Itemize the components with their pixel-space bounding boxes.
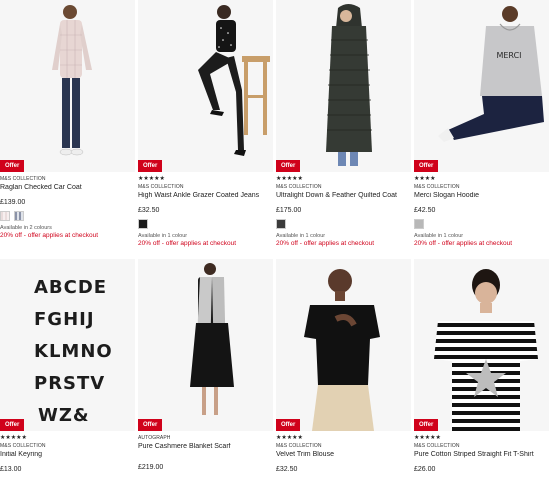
star-icon: ★★★★★ xyxy=(0,435,27,441)
offer-badge: Offer xyxy=(276,160,301,172)
product-image[interactable]: Offer xyxy=(0,0,135,172)
offer-badge: Offer xyxy=(138,419,163,431)
promo-text: 20% off - offer applies at checkout xyxy=(414,240,513,247)
product-card-initial-keyring[interactable]: ABCDE FGHIJ KLMNO PRSTV WZ& Offer ★★★★★ … xyxy=(0,259,135,473)
offer-badge: Offer xyxy=(0,419,25,431)
product-card-striped-tshirt[interactable]: Offer ★★★★★ M&S COLLECTION Pure Cotton S… xyxy=(414,259,549,473)
colour-swatches xyxy=(0,211,135,221)
star-icon: ★★★★★ xyxy=(276,176,303,182)
product-card-quilted-coat[interactable]: Offer ★★★★★ M&S COLLECTION Ultralight Do… xyxy=(276,0,411,247)
product-image[interactable]: Offer xyxy=(414,259,549,431)
keyring-row: PRSTV xyxy=(34,373,105,394)
swatch-icon[interactable] xyxy=(0,211,10,221)
product-price: £175.00 xyxy=(276,207,302,214)
product-price: £42.50 xyxy=(414,207,436,214)
product-price: £139.00 xyxy=(0,199,26,206)
rating-stars: ★★★★★ xyxy=(414,435,549,442)
availability-text: Available in 1 colour xyxy=(138,233,188,239)
availability-text: Available in 1 colour xyxy=(414,233,464,239)
product-name[interactable]: Pure Cashmere Blanket Scarf xyxy=(138,443,273,450)
product-image[interactable]: Offer xyxy=(276,0,411,172)
promo-text: 20% off - offer applies at checkout xyxy=(0,232,99,239)
product-grid: Offer M&S COLLECTION Raglan Checked Car … xyxy=(0,0,550,478)
star-icon: ★★★★★ xyxy=(138,176,165,182)
product-image[interactable]: ABCDE FGHIJ KLMNO PRSTV WZ& Offer xyxy=(0,259,135,431)
product-price: £219.00 xyxy=(138,464,164,471)
star-icon: ★★★★ xyxy=(414,176,436,182)
product-card-coated-jeans[interactable]: Offer ★★★★★ M&S COLLECTION High Waist An… xyxy=(138,0,273,247)
product-image[interactable]: Offer xyxy=(138,0,273,172)
product-brand: M&S COLLECTION xyxy=(414,184,460,190)
product-price: £32.50 xyxy=(276,466,298,473)
product-name[interactable]: Pure Cotton Striped Straight Fit T-Shirt xyxy=(414,451,549,458)
model-scarf-image xyxy=(138,259,273,431)
product-image[interactable]: Offer xyxy=(138,259,273,431)
hoodie-print: MERCI xyxy=(496,51,521,60)
product-card-raglan-coat[interactable]: Offer M&S COLLECTION Raglan Checked Car … xyxy=(0,0,135,239)
model-jeans-image xyxy=(138,0,273,172)
rating-stars: ★★★★★ xyxy=(276,176,411,183)
rating-stars: ★★★★★ xyxy=(0,435,135,442)
product-brand: AUTOGRAPH xyxy=(138,435,171,441)
swatch-icon[interactable] xyxy=(414,219,424,229)
swatch-icon[interactable] xyxy=(276,219,286,229)
product-name[interactable]: Ultralight Down & Feather Quilted Coat xyxy=(276,192,411,199)
keyring-row: ABCDE xyxy=(34,277,107,298)
keyring-row: KLMNO xyxy=(34,341,113,362)
product-name[interactable]: Velvet Trim Blouse xyxy=(276,451,411,458)
product-card-merci-hoodie[interactable]: MERCI Offer ★★★★ M&S COLLECTION Merci Sl… xyxy=(414,0,549,247)
product-price: £26.00 xyxy=(414,466,436,473)
rating-stars: ★★★★★ xyxy=(138,176,273,183)
offer-badge: Offer xyxy=(414,160,439,172)
product-image[interactable]: MERCI Offer xyxy=(414,0,549,172)
product-brand: M&S COLLECTION xyxy=(276,443,322,449)
offer-badge: Offer xyxy=(414,419,439,431)
product-brand: M&S COLLECTION xyxy=(0,443,46,449)
product-card-velvet-blouse[interactable]: Offer ★★★★★ M&S COLLECTION Velvet Trim B… xyxy=(276,259,411,473)
model-tshirt-image xyxy=(414,259,549,431)
model-blouse-image xyxy=(276,259,411,431)
promo-text: 20% off - offer applies at checkout xyxy=(138,240,237,247)
keyring-row: FGHIJ xyxy=(34,309,95,330)
star-icon: ★★★★★ xyxy=(414,435,441,441)
product-card-cashmere-scarf[interactable]: Offer AUTOGRAPH Pure Cashmere Blanket Sc… xyxy=(138,259,273,471)
availability-text: Available in 2 colours xyxy=(0,225,52,231)
star-icon: ★★★★★ xyxy=(276,435,303,441)
product-brand: M&S COLLECTION xyxy=(138,184,184,190)
product-brand: M&S COLLECTION xyxy=(276,184,322,190)
rating-stars: ★★★★ xyxy=(414,176,549,183)
colour-swatches xyxy=(138,219,273,229)
product-name[interactable]: Raglan Checked Car Coat xyxy=(0,184,135,191)
product-price: £32.50 xyxy=(138,207,160,214)
rating-stars: ★★★★★ xyxy=(276,435,411,442)
availability-text: Available in 1 colour xyxy=(276,233,326,239)
product-name[interactable]: Initial Keyring xyxy=(0,451,135,458)
offer-badge: Offer xyxy=(0,160,25,172)
keyring-row: WZ& xyxy=(38,405,90,426)
swatch-icon[interactable] xyxy=(138,219,148,229)
model-quilted-coat-image xyxy=(276,0,411,172)
promo-text: 20% off - offer applies at checkout xyxy=(276,240,375,247)
product-brand: M&S COLLECTION xyxy=(0,176,46,182)
swatch-icon[interactable] xyxy=(14,211,24,221)
offer-badge: Offer xyxy=(276,419,301,431)
model-hoodie-image: MERCI xyxy=(414,0,549,172)
product-image[interactable]: Offer xyxy=(276,259,411,431)
model-coat-image xyxy=(0,0,135,172)
product-name[interactable]: High Waist Ankle Grazer Coated Jeans xyxy=(138,192,273,199)
colour-swatches xyxy=(276,219,411,229)
keyring-image: ABCDE FGHIJ KLMNO PRSTV WZ& xyxy=(0,259,135,431)
offer-badge: Offer xyxy=(138,160,163,172)
product-brand: M&S COLLECTION xyxy=(414,443,460,449)
product-price: £13.00 xyxy=(0,466,22,473)
colour-swatches xyxy=(414,219,549,229)
product-name[interactable]: Merci Slogan Hoodie xyxy=(414,192,549,199)
